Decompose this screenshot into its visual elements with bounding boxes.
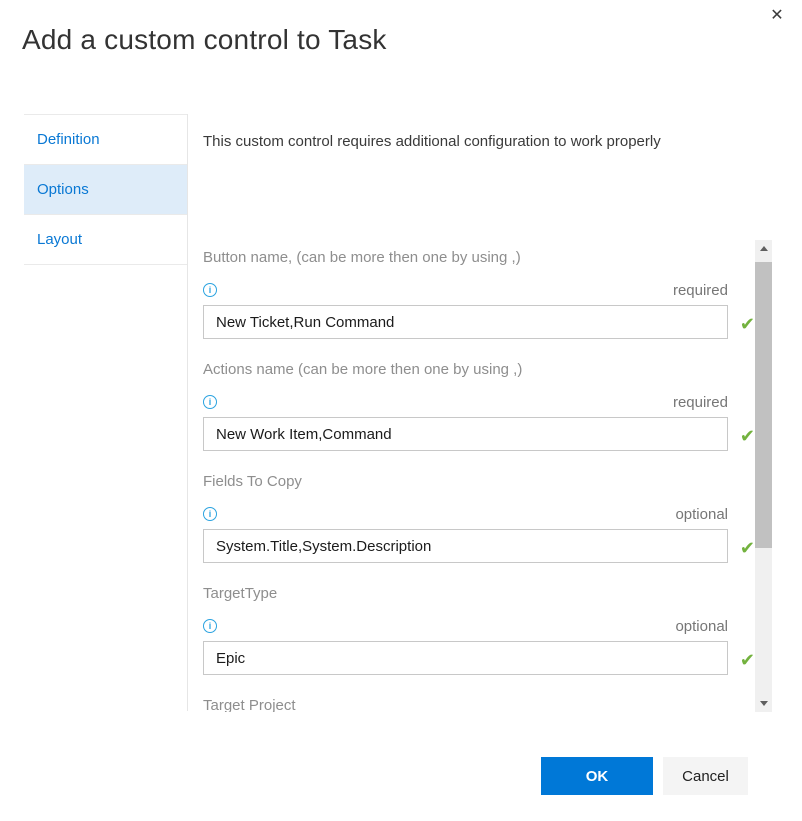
valid-check-icon: ✔ (740, 540, 755, 558)
field-label: Target Project (203, 696, 728, 712)
scroll-down-icon[interactable] (755, 695, 772, 712)
requirement-badge: required (673, 394, 728, 411)
options-form-viewport: Button name, (can be more then one by us… (203, 240, 755, 712)
tab-options[interactable]: Options (24, 165, 187, 215)
valid-check-icon: ✔ (740, 316, 755, 334)
requirement-badge: optional (675, 506, 728, 523)
valid-check-icon: ✔ (740, 652, 755, 670)
configuration-description: This custom control requires additional … (203, 133, 661, 150)
scrollbar-thumb[interactable] (755, 262, 772, 548)
field-label: Fields To Copy (203, 472, 728, 492)
field-target-project: Target Project (203, 696, 728, 712)
scroll-up-icon[interactable] (755, 240, 772, 257)
fields-to-copy-input[interactable] (203, 529, 728, 563)
close-icon[interactable]: ✕ (765, 2, 789, 26)
info-icon[interactable]: i (203, 619, 217, 633)
cancel-button[interactable]: Cancel (663, 757, 748, 795)
target-type-input[interactable] (203, 641, 728, 675)
field-actions-name: Actions name (can be more then one by us… (203, 360, 728, 451)
requirement-badge: optional (675, 618, 728, 635)
field-label: Button name, (can be more then one by us… (203, 248, 728, 268)
actions-name-input[interactable] (203, 417, 728, 451)
info-icon[interactable]: i (203, 283, 217, 297)
info-icon[interactable]: i (203, 395, 217, 409)
field-label: Actions name (can be more then one by us… (203, 360, 728, 380)
requirement-badge: required (673, 282, 728, 299)
dialog-title: Add a custom control to Task (22, 24, 387, 56)
button-name-input[interactable] (203, 305, 728, 339)
field-button-name: Button name, (can be more then one by us… (203, 248, 728, 339)
sidebar-divider (187, 114, 188, 711)
scrollbar[interactable] (755, 240, 772, 712)
field-target-type: TargetType i optional ✔ (203, 584, 728, 675)
tab-layout[interactable]: Layout (24, 215, 187, 265)
valid-check-icon: ✔ (740, 428, 755, 446)
ok-button[interactable]: OK (541, 757, 653, 795)
field-label: TargetType (203, 584, 728, 604)
field-fields-to-copy: Fields To Copy i optional ✔ (203, 472, 728, 563)
settings-tabs: Definition Options Layout (24, 114, 187, 265)
tab-definition[interactable]: Definition (24, 115, 187, 165)
info-icon[interactable]: i (203, 507, 217, 521)
